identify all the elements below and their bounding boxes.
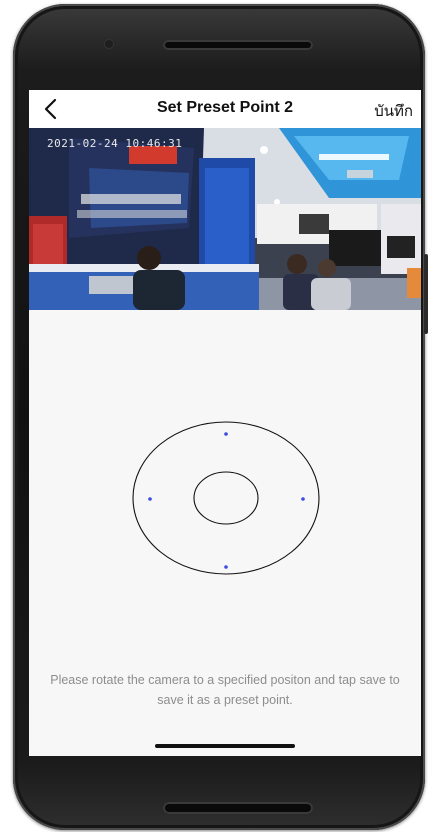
video-timestamp: 2021-02-24 10:46:31 (47, 137, 183, 150)
ptz-down-dot (224, 565, 228, 569)
camera-feed-image (29, 128, 421, 310)
ptz-up-dot (224, 432, 228, 436)
instruction-text: Please rotate the camera to a specified … (50, 673, 400, 707)
ptz-joystick[interactable] (131, 420, 321, 576)
home-indicator[interactable] (155, 744, 295, 748)
camera-live-view: 2021-02-24 10:46:31 (29, 128, 421, 310)
app-screen: Set Preset Point 2 บันทึก 2021-02-24 10:… (29, 90, 421, 756)
save-button[interactable]: บันทึก (374, 99, 413, 123)
ptz-center-ring (193, 471, 259, 525)
ptz-left-dot (148, 497, 152, 501)
side-button (424, 254, 428, 334)
chevron-left-icon[interactable] (39, 97, 63, 121)
page-title: Set Preset Point 2 (156, 99, 294, 116)
navigation-bar: Set Preset Point 2 บันทึก (29, 90, 421, 128)
earpiece-speaker (163, 40, 313, 50)
bottom-speaker (163, 802, 313, 814)
ptz-right-dot (301, 497, 305, 501)
front-camera (105, 40, 113, 48)
